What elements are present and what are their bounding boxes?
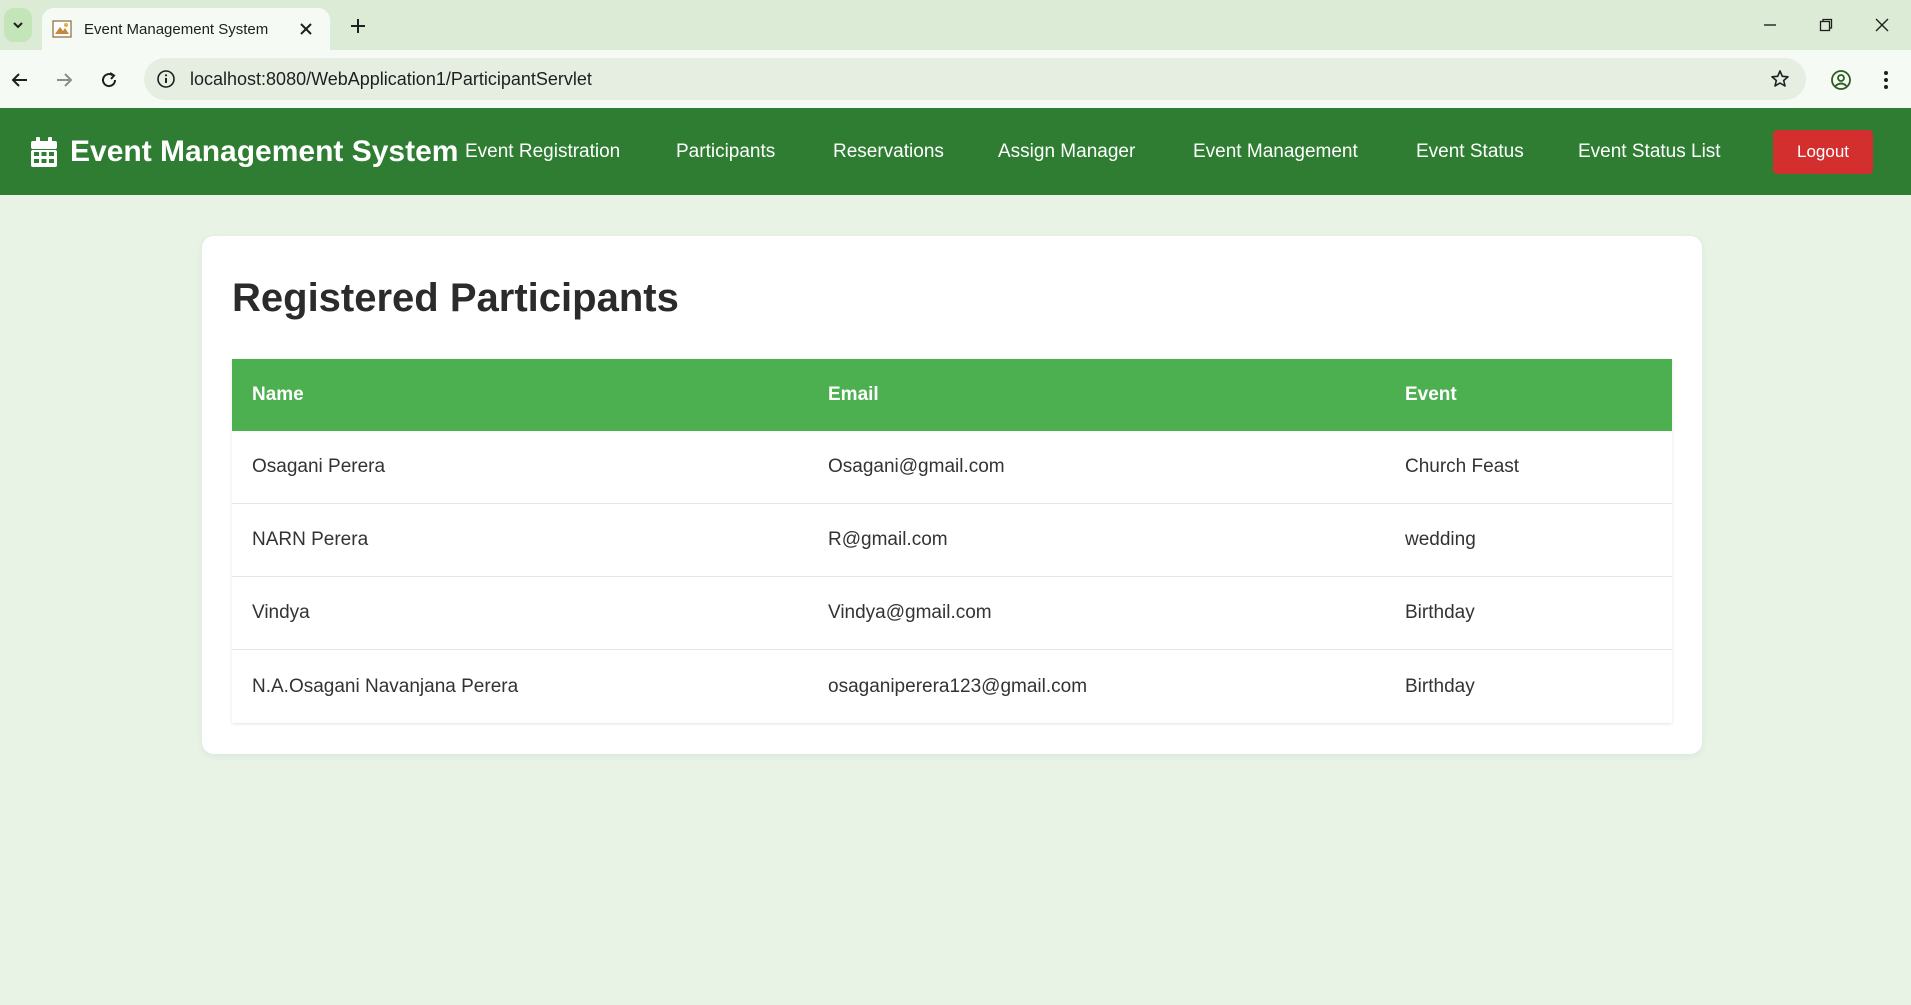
nav-event-status-list[interactable]: Event Status List xyxy=(1578,108,1721,195)
nav-participants[interactable]: Participants xyxy=(676,108,775,195)
cell-event: wedding xyxy=(1405,529,1476,550)
new-tab-button[interactable] xyxy=(344,12,372,40)
minimize-button[interactable] xyxy=(1756,12,1784,38)
app-navbar: Event Management System Event Registrati… xyxy=(0,108,1911,195)
arrow-left-icon xyxy=(11,73,27,87)
cell-name: N.A.Osagani Navanjana Perera xyxy=(252,675,519,697)
favicon-icon xyxy=(52,20,72,38)
cell-name: Vindya xyxy=(252,602,310,623)
column-header-email: Email xyxy=(828,384,879,405)
close-window-button[interactable] xyxy=(1868,12,1896,38)
browser-tab[interactable]: Event Management System xyxy=(42,8,330,50)
calendar-icon xyxy=(31,136,57,167)
cell-name: Osagani Perera xyxy=(252,456,386,477)
minimize-icon xyxy=(1764,24,1776,26)
tab-search-button[interactable] xyxy=(4,8,32,42)
restore-icon xyxy=(1819,18,1833,32)
restore-button[interactable] xyxy=(1812,12,1840,38)
participants-card: Registered Participants Name Email Event… xyxy=(202,236,1702,754)
nav-assign-manager[interactable]: Assign Manager xyxy=(998,108,1135,195)
address-bar[interactable]: localhost:8080/WebApplication1/Participa… xyxy=(144,58,1806,100)
table-header: Name Email Event xyxy=(232,359,1672,431)
close-icon[interactable] xyxy=(296,19,316,39)
browser-toolbar: localhost:8080/WebApplication1/Participa… xyxy=(0,50,1911,108)
kebab-menu-icon xyxy=(1884,71,1888,89)
back-button[interactable] xyxy=(5,65,35,95)
nav-event-status[interactable]: Event Status xyxy=(1416,108,1524,195)
cell-email: R@gmail.com xyxy=(828,529,948,550)
star-icon[interactable] xyxy=(1768,67,1792,91)
table-row: Osagani Perera Osagani@gmail.com Church … xyxy=(232,431,1672,504)
info-icon[interactable] xyxy=(152,65,180,93)
forward-button[interactable] xyxy=(49,65,79,95)
tab-title: Event Management System xyxy=(84,20,269,38)
reload-icon xyxy=(102,72,117,88)
cell-email: osaganiperera123@gmail.com xyxy=(828,675,1088,697)
cell-name: NARN Perera xyxy=(252,529,369,550)
participants-table: Name Email Event Osagani Perera Osagani@… xyxy=(232,359,1672,723)
cell-email: Vindya@gmail.com xyxy=(828,602,992,623)
table-row: NARN Perera R@gmail.com wedding xyxy=(232,504,1672,577)
cell-event: Church Feast xyxy=(1405,456,1520,477)
plus-icon xyxy=(351,19,365,33)
profile-icon xyxy=(1831,70,1851,90)
nav-reservations[interactable]: Reservations xyxy=(833,108,944,195)
arrow-right-icon xyxy=(57,73,73,87)
nav-event-management[interactable]: Event Management xyxy=(1193,108,1358,195)
url-text[interactable]: localhost:8080/WebApplication1/Participa… xyxy=(190,69,592,90)
cell-event: Birthday xyxy=(1405,675,1475,697)
cell-email: Osagani@gmail.com xyxy=(828,456,1005,477)
browser-menu-button[interactable] xyxy=(1871,65,1901,95)
chevron-down-icon xyxy=(13,22,23,29)
logout-button[interactable]: Logout xyxy=(1773,130,1873,174)
column-header-event: Event xyxy=(1405,384,1457,405)
cell-event: Birthday xyxy=(1405,602,1475,623)
table-row: N.A.Osagani Navanjana Perera osaganipere… xyxy=(232,650,1672,723)
browser-tab-bar: Event Management System xyxy=(0,0,1911,50)
nav-event-registration[interactable]: Event Registration xyxy=(465,108,620,195)
table-row: Vindya Vindya@gmail.com Birthday xyxy=(232,577,1672,650)
profile-button[interactable] xyxy=(1826,65,1856,95)
brand-title: Event Management System xyxy=(70,134,459,168)
close-icon xyxy=(1875,18,1889,32)
brand[interactable]: Event Management System xyxy=(30,108,458,195)
reload-button[interactable] xyxy=(94,65,124,95)
column-header-name: Name xyxy=(252,384,304,405)
page-title: Registered Participants xyxy=(232,276,679,320)
